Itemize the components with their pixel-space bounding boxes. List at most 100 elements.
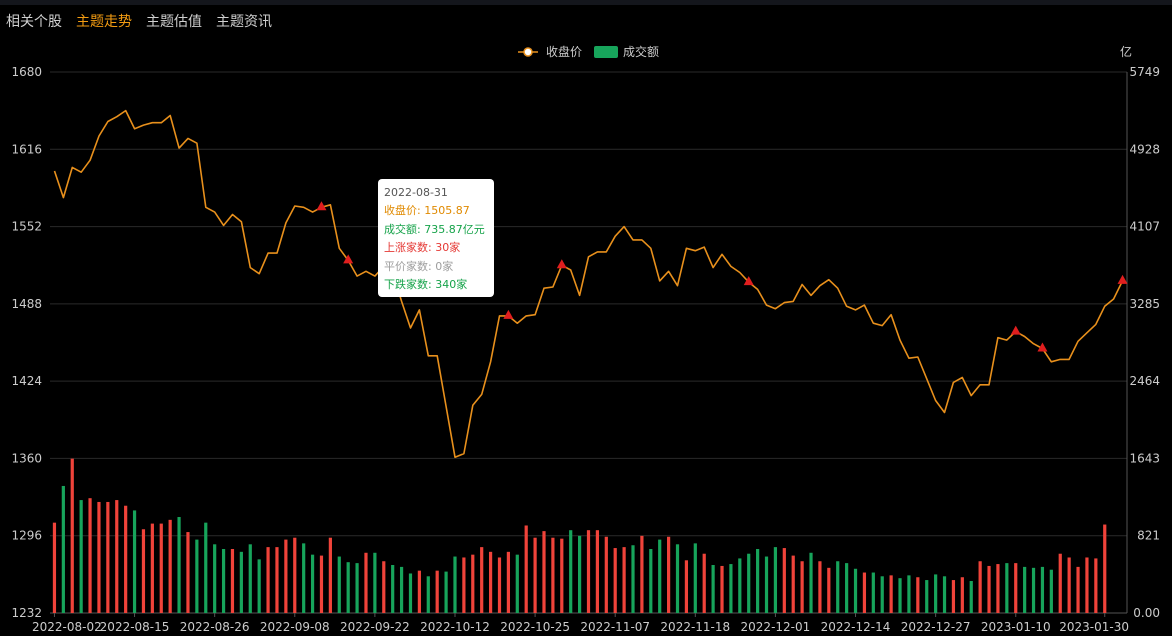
- legend-dot-icon: [523, 47, 533, 57]
- volume-bar: [213, 544, 217, 613]
- tooltip-close: 收盘价: 1505.87: [384, 204, 470, 218]
- volume-bar: [791, 555, 795, 613]
- x-axis-labels: 2022-08-022022-08-15 2022-08-26 2022-09-08…: [32, 613, 1129, 634]
- volume-bar: [444, 571, 448, 613]
- tooltip-flat-count: 平价家数: 0家: [384, 259, 454, 273]
- volume-bar: [569, 530, 573, 613]
- left-axis-labels: 1680 1616 1552 1488 1424 1360 1296 1232: [11, 65, 42, 620]
- volume-bar: [667, 536, 671, 613]
- volume-bar: [631, 545, 635, 613]
- volume-bar: [595, 530, 600, 613]
- volume-bar: [61, 485, 65, 613]
- volume-bar: [310, 554, 315, 613]
- left-tick-label: 1360: [11, 451, 42, 465]
- volume-bar: [773, 547, 778, 613]
- volume-bar: [417, 570, 421, 613]
- volume-bar: [506, 551, 510, 613]
- volume-bar: [471, 554, 475, 613]
- legend-close-label[interactable]: 收盘价: [546, 44, 582, 59]
- volume-bar: [1023, 566, 1027, 613]
- tooltip-up-count: 上涨家数: 30家: [384, 241, 461, 255]
- volume-bar: [52, 522, 57, 613]
- volume-bar: [373, 552, 377, 613]
- volume-bar: [782, 548, 786, 613]
- right-tick-label: 0.00: [1133, 606, 1160, 620]
- volume-bar: [640, 535, 644, 613]
- volume-bar: [97, 501, 101, 613]
- volume-bar: [1094, 558, 1098, 613]
- right-tick-label: 5749: [1129, 65, 1160, 79]
- volume-bar: [159, 523, 163, 613]
- volume-bar: [319, 555, 324, 613]
- volume-bar: [693, 543, 697, 613]
- volume-bar: [889, 575, 893, 613]
- volume-bar: [284, 539, 288, 613]
- left-tick-label: 1552: [11, 220, 42, 234]
- tooltip-volume: 成交额: 735.87亿元: [384, 222, 485, 236]
- volume-bar: [426, 576, 430, 613]
- volume-bar: [239, 551, 243, 613]
- volume-bar: [542, 531, 546, 613]
- tooltip: 2022-08-31 收盘价: 1505.87 成交额: 735.87亿元 上涨…: [378, 179, 494, 297]
- volume-bar: [497, 557, 502, 613]
- x-tick-label: 2023-01-30: [1059, 620, 1129, 634]
- x-tick-label: 2022-12-14: [821, 620, 891, 634]
- volume-bar: [551, 537, 555, 613]
- volume-bar: [248, 544, 252, 613]
- close-price-line: [53, 109, 1124, 459]
- tooltip-down-count: 下跌家数: 340家: [384, 278, 468, 292]
- volume-bar: [124, 505, 128, 613]
- left-tick-label: 1296: [11, 529, 42, 543]
- x-tick-label: 2022-08-26: [180, 620, 250, 634]
- volume-bar: [684, 560, 689, 613]
- volume-bar: [934, 574, 938, 613]
- volume-bar: [435, 570, 439, 613]
- volume-bar: [293, 537, 297, 613]
- volume-bar: [871, 572, 875, 613]
- volume-bar: [204, 522, 208, 613]
- volume-bar: [613, 548, 617, 613]
- volume-bar: [391, 565, 395, 613]
- volume-bar: [675, 544, 680, 613]
- volume-bar: [382, 561, 386, 613]
- left-tick-label: 1680: [11, 65, 42, 79]
- left-tick-label: 1232: [11, 606, 42, 620]
- volume-bar: [106, 501, 110, 613]
- volume-bar: [925, 580, 929, 613]
- legend-volume-label[interactable]: 成交额: [623, 44, 659, 59]
- volume-bar: [132, 510, 137, 613]
- volume-bar: [951, 580, 956, 613]
- volume-bar: [907, 575, 911, 613]
- volume-bar: [1014, 563, 1018, 613]
- volume-bar: [764, 556, 769, 613]
- x-tick-label: 2023-01-10: [981, 620, 1051, 634]
- volume-bar: [827, 567, 831, 613]
- volume-bar: [1067, 557, 1071, 613]
- up-marker: [503, 309, 514, 319]
- volume-bar: [533, 537, 537, 613]
- volume-bar: [658, 539, 662, 613]
- volume-bar: [70, 458, 74, 613]
- volume-bar: [809, 552, 813, 613]
- volume-bar: [996, 564, 1000, 613]
- up-marker: [1010, 325, 1021, 335]
- x-tick-label: 2022-12-27: [901, 620, 971, 634]
- theme-trend-chart[interactable]: 1680 1616 1552 1488 1424 1360 1296 1232 5749 492…: [0, 0, 1172, 636]
- volume-bar: [862, 572, 867, 613]
- right-axis-unit: 亿: [1120, 44, 1132, 59]
- close-line: [53, 109, 1124, 459]
- volume-bar: [79, 500, 83, 613]
- volume-bar: [364, 552, 368, 613]
- volume-bar: [1076, 566, 1080, 613]
- volume-bar: [275, 547, 279, 613]
- volume-bar: [845, 563, 849, 613]
- volume-bar: [729, 564, 733, 613]
- volume-bar: [1049, 569, 1053, 613]
- volume-bar: [141, 529, 146, 613]
- volume-bar: [604, 536, 608, 613]
- volume-bar: [230, 549, 235, 613]
- volume-bar: [1103, 524, 1107, 613]
- legend: 收盘价 成交额: [518, 44, 659, 59]
- volume-bar: [818, 561, 822, 613]
- up-marker: [556, 259, 567, 269]
